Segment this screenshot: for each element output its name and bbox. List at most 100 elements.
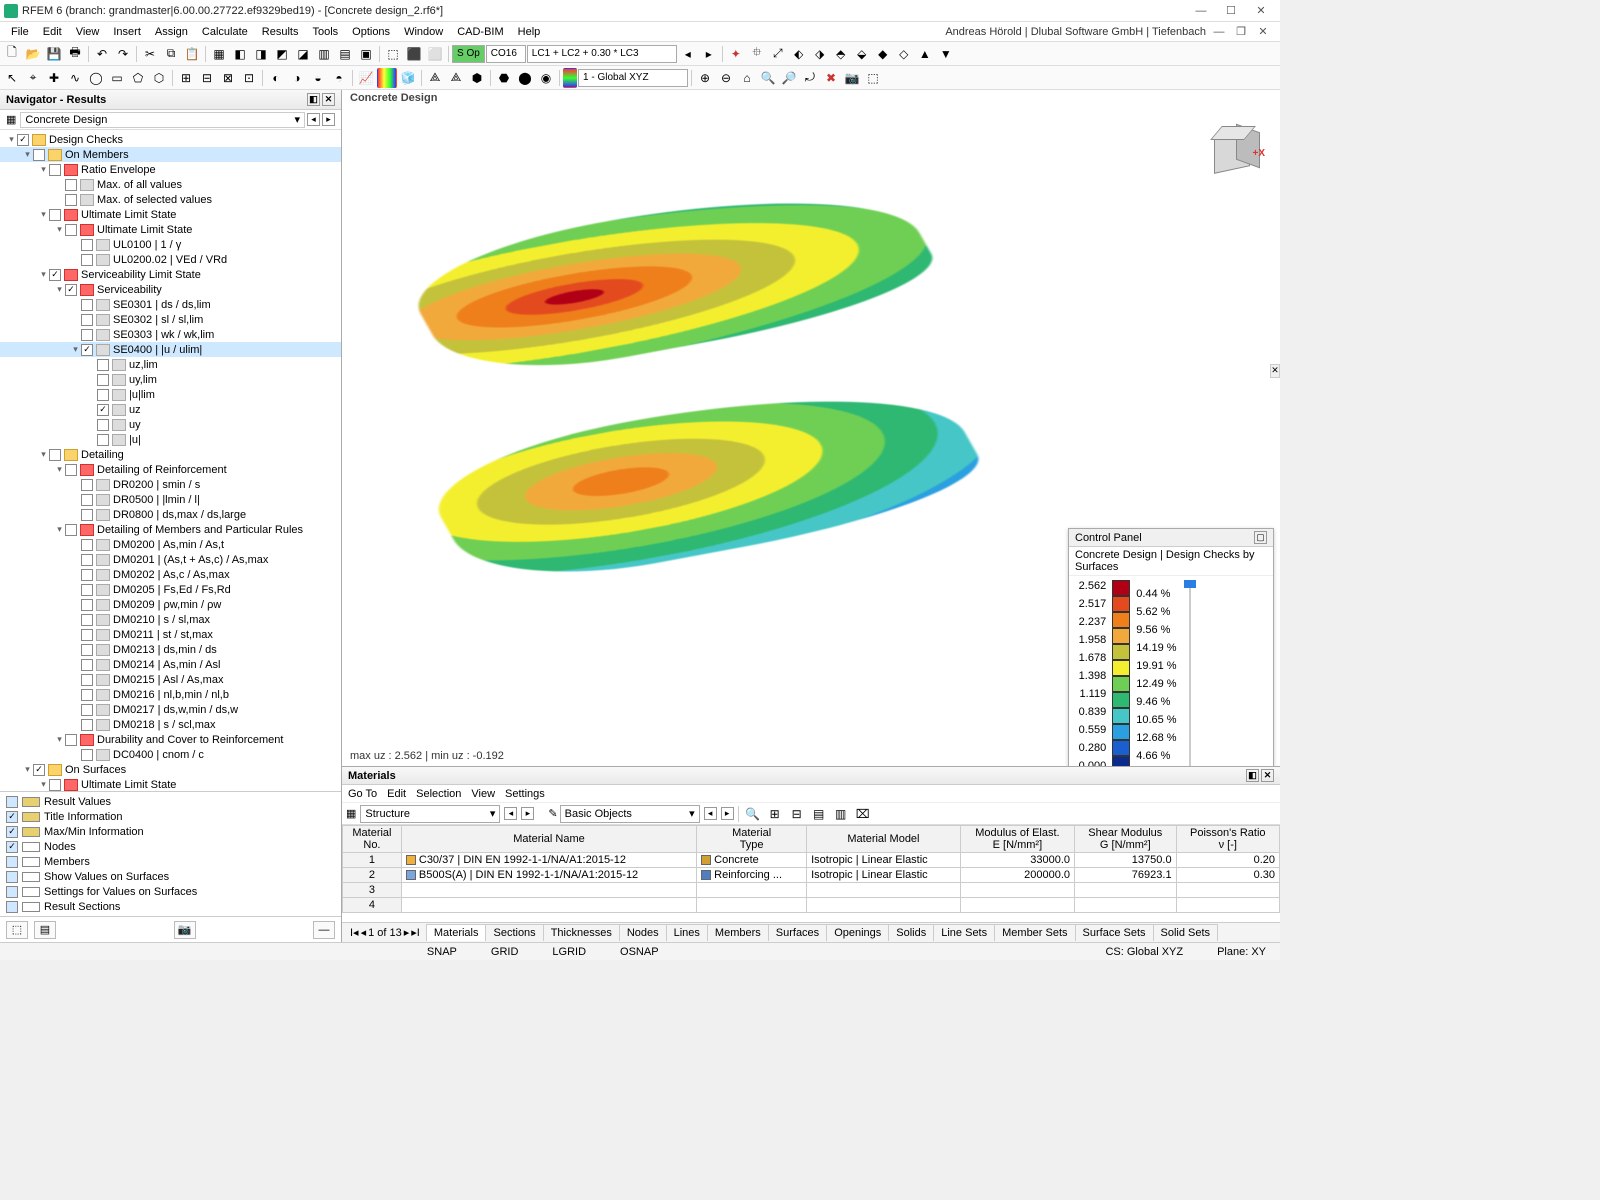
orientation-cube[interactable]: +X bbox=[1206, 126, 1262, 182]
mat-header[interactable]: Modulus of Elast.E [N/mm²] bbox=[960, 826, 1074, 853]
tb2-b[interactable]: ⌖ bbox=[23, 68, 43, 88]
table-row[interactable]: 1C30/37 | DIN EN 1992-1-1/NA/A1:2015-12C… bbox=[343, 853, 1280, 868]
tb-s[interactable]: ◇ bbox=[894, 44, 914, 64]
tree-item[interactable]: DM0209 | ρw,min / ρw bbox=[0, 597, 341, 612]
prev-lc-icon[interactable]: ◂ bbox=[678, 44, 698, 64]
redo-icon[interactable]: ↷ bbox=[113, 44, 133, 64]
tree-item[interactable]: SE0303 | wk / wk,lim bbox=[0, 327, 341, 342]
tree-item[interactable]: DM0213 | ds,min / ds bbox=[0, 642, 341, 657]
tree-item[interactable]: uy,lim bbox=[0, 372, 341, 387]
mat-tool-c[interactable]: ⊟ bbox=[787, 804, 807, 824]
menu-view[interactable]: View bbox=[69, 24, 107, 40]
table-tab-thicknesses[interactable]: Thicknesses bbox=[543, 924, 620, 941]
tb-l[interactable]: ⯐ bbox=[747, 44, 767, 64]
print-icon[interactable]: 🖶 bbox=[65, 44, 85, 64]
mat-prev-icon[interactable]: ◂ bbox=[504, 807, 517, 820]
doc-close-icon[interactable]: ✕ bbox=[1254, 25, 1272, 39]
tb2-aa[interactable]: 🔎 bbox=[779, 68, 799, 88]
table-row[interactable]: 2B500S(A) | DIN EN 1992-1-1/NA/A1:2015-1… bbox=[343, 868, 1280, 883]
tree-item[interactable]: ▾Design Checks bbox=[0, 132, 341, 147]
tb-q[interactable]: ⬙ bbox=[852, 44, 872, 64]
tree-item[interactable]: ▾Detailing of Reinforcement bbox=[0, 462, 341, 477]
tb2-3d[interactable]: 🧊 bbox=[398, 68, 418, 88]
menu-options[interactable]: Options bbox=[345, 24, 397, 40]
option-row[interactable]: Members bbox=[0, 854, 341, 869]
tree-item[interactable]: ▾On Members bbox=[0, 147, 341, 162]
tb2-v[interactable]: ◉ bbox=[536, 68, 556, 88]
status-osnap[interactable]: OSNAP bbox=[612, 946, 667, 958]
mat-header[interactable]: Poisson's Ratioν [-] bbox=[1176, 826, 1279, 853]
tb-a[interactable]: ◧ bbox=[230, 44, 250, 64]
tb-b[interactable]: ◨ bbox=[251, 44, 271, 64]
copy-icon[interactable]: ⧉ bbox=[161, 44, 181, 64]
tree-item[interactable]: Max. of all values bbox=[0, 177, 341, 192]
mat-prev2-icon[interactable]: ◂ bbox=[704, 807, 717, 820]
tb-j[interactable]: ⬜ bbox=[425, 44, 445, 64]
table-tab-solid-sets[interactable]: Solid Sets bbox=[1153, 924, 1219, 941]
tree-item[interactable]: DM0216 | nl,b,min / nl,b bbox=[0, 687, 341, 702]
tree-item[interactable]: DM0211 | st / st,max bbox=[0, 627, 341, 642]
tb2-legend[interactable] bbox=[563, 68, 577, 88]
tree-item[interactable]: DM0215 | Asl / As,max bbox=[0, 672, 341, 687]
tb2-i[interactable]: ⊞ bbox=[176, 68, 196, 88]
tree-item[interactable]: ▾Durability and Cover to Reinforcement bbox=[0, 732, 341, 747]
mat-tool-e[interactable]: ▥ bbox=[831, 804, 851, 824]
tree-item[interactable]: DM0202 | As,c / As,max bbox=[0, 567, 341, 582]
tb-d[interactable]: ◪ bbox=[293, 44, 313, 64]
load-combo-desc[interactable]: LC1 + LC2 + 0.30 * LC3 bbox=[527, 45, 677, 63]
table-tab-surface-sets[interactable]: Surface Sets bbox=[1075, 924, 1154, 941]
tree-item[interactable]: DR0500 | |lmin / l| bbox=[0, 492, 341, 507]
tree-item[interactable]: DC0400 | cnom / c bbox=[0, 747, 341, 762]
tb2-w[interactable]: ⊕ bbox=[695, 68, 715, 88]
option-row[interactable]: Max/Min Information bbox=[0, 824, 341, 839]
tb-k[interactable]: ✦ bbox=[726, 44, 746, 64]
mat-menu-edit[interactable]: Edit bbox=[387, 788, 406, 800]
mat-tool-d[interactable]: ▤ bbox=[809, 804, 829, 824]
tb2-n[interactable]: ◑ bbox=[287, 68, 307, 88]
tree-item[interactable]: uy bbox=[0, 417, 341, 432]
menu-window[interactable]: Window bbox=[397, 24, 450, 40]
tree-item[interactable]: DM0205 | Fs,Ed / Fs,Rd bbox=[0, 582, 341, 597]
table-tab-surfaces[interactable]: Surfaces bbox=[768, 924, 827, 941]
tb2-graph[interactable]: 📈 bbox=[356, 68, 376, 88]
open-icon[interactable]: 📂 bbox=[23, 44, 43, 64]
tb-r[interactable]: ◆ bbox=[873, 44, 893, 64]
mat-tool-b[interactable]: ⊞ bbox=[765, 804, 785, 824]
structure-combo[interactable]: Structure▾ bbox=[360, 805, 500, 823]
tree-item[interactable]: uz,lim bbox=[0, 357, 341, 372]
mat-next2-icon[interactable]: ▸ bbox=[721, 807, 734, 820]
tb-o[interactable]: ⬗ bbox=[810, 44, 830, 64]
tree-item[interactable]: Max. of selected values bbox=[0, 192, 341, 207]
table-tab-lines[interactable]: Lines bbox=[666, 924, 708, 941]
tree-item[interactable]: DR0800 | ds,max / ds,large bbox=[0, 507, 341, 522]
tree-item[interactable]: ▾Ultimate Limit State bbox=[0, 207, 341, 222]
tb2-z[interactable]: 🔍 bbox=[758, 68, 778, 88]
tb2-o[interactable]: ◒ bbox=[308, 68, 328, 88]
menu-assign[interactable]: Assign bbox=[148, 24, 195, 40]
table-tab-member-sets[interactable]: Member Sets bbox=[994, 924, 1075, 941]
mat-header[interactable]: Shear ModulusG [N/mm²] bbox=[1075, 826, 1177, 853]
mat-header[interactable]: MaterialType bbox=[697, 826, 807, 853]
tb2-c[interactable]: ✚ bbox=[44, 68, 64, 88]
tree-item[interactable]: SE0301 | ds / ds,lim bbox=[0, 297, 341, 312]
tb-e[interactable]: ▥ bbox=[314, 44, 334, 64]
nav-bottom-b[interactable]: ▤ bbox=[34, 921, 56, 939]
menu-help[interactable]: Help bbox=[511, 24, 548, 40]
mat-header[interactable]: MaterialNo. bbox=[343, 826, 402, 853]
mat-tool-f[interactable]: ⌧ bbox=[853, 804, 873, 824]
nav-pin-icon[interactable]: ◧ bbox=[307, 93, 320, 106]
mat-header[interactable]: Material Name bbox=[401, 826, 696, 853]
tb-t[interactable]: ▲ bbox=[915, 44, 935, 64]
tb-h[interactable]: ⬚ bbox=[383, 44, 403, 64]
status-grid[interactable]: GRID bbox=[483, 946, 527, 958]
menu-insert[interactable]: Insert bbox=[106, 24, 148, 40]
mat-menu-selection[interactable]: Selection bbox=[416, 788, 461, 800]
table-tab-line-sets[interactable]: Line Sets bbox=[933, 924, 995, 941]
tree-item[interactable]: |u|lim bbox=[0, 387, 341, 402]
menu-edit[interactable]: Edit bbox=[36, 24, 69, 40]
tb2-f[interactable]: ▭ bbox=[107, 68, 127, 88]
tb2-u[interactable]: ⬤ bbox=[515, 68, 535, 88]
tb2-d[interactable]: ∿ bbox=[65, 68, 85, 88]
mat-menu-view[interactable]: View bbox=[471, 788, 495, 800]
tree-item[interactable]: UL0200.02 | VEd / VRd bbox=[0, 252, 341, 267]
